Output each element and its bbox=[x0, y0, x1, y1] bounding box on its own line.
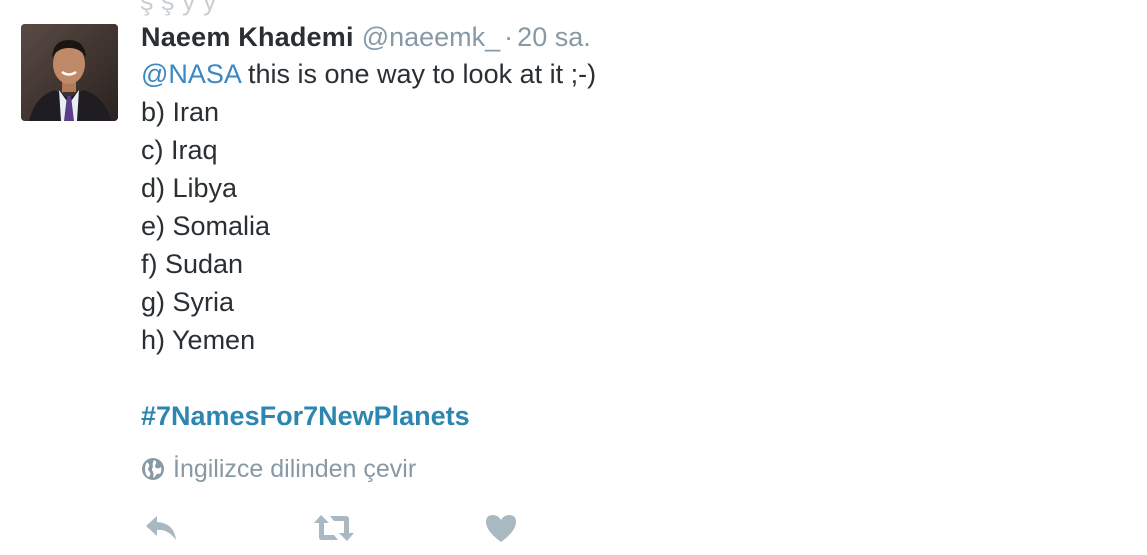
tweet-page: ş ş y y Naeem Khademi @naeemk_ · 20 sa. … bbox=[0, 0, 1147, 555]
list-item: g) Syria bbox=[141, 287, 235, 317]
retweet-button[interactable] bbox=[311, 510, 357, 550]
previous-tweet-cutoff: ş ş y y bbox=[140, 0, 217, 16]
list-item: d) Libya bbox=[141, 173, 238, 203]
heart-icon bbox=[485, 513, 517, 548]
like-button[interactable] bbox=[481, 510, 521, 550]
globe-icon bbox=[141, 457, 165, 481]
reply-button[interactable] bbox=[141, 510, 181, 550]
list-item: c) Iraq bbox=[141, 135, 218, 165]
author-handle[interactable]: @naeemk_ bbox=[362, 22, 500, 52]
intro-text: this is one way to look at it ;-) bbox=[240, 59, 597, 89]
separator-dot: · bbox=[504, 22, 514, 52]
list-item: f) Sudan bbox=[141, 249, 244, 279]
hashtag-line: #7NamesFor7NewPlanets bbox=[141, 397, 1101, 435]
avatar[interactable] bbox=[21, 24, 118, 121]
reply-icon bbox=[144, 514, 178, 547]
tweet-header: Naeem Khademi @naeemk_ · 20 sa. bbox=[141, 19, 1101, 55]
translate-tweet-button[interactable]: İngilizce dilinden çevir bbox=[141, 451, 1101, 487]
translate-label: İngilizce dilinden çevir bbox=[173, 454, 417, 483]
tweet-content: Naeem Khademi @naeemk_ · 20 sa. @NASA this … bbox=[141, 19, 1101, 487]
tweet-timestamp[interactable]: 20 sa. bbox=[517, 22, 591, 52]
hashtag-link[interactable]: #7NamesFor7NewPlanets bbox=[141, 401, 470, 431]
list-item: h) Yemen bbox=[141, 325, 256, 355]
retweet-icon bbox=[312, 513, 356, 548]
list-item: e) Somalia bbox=[141, 211, 271, 241]
tweet-line-intro: @NASA this is one way to look at it ;-) bbox=[141, 55, 1101, 93]
mention-link[interactable]: @NASA bbox=[141, 59, 240, 89]
list-item: b) Iran bbox=[141, 97, 220, 127]
author-fullname[interactable]: Naeem Khademi bbox=[141, 22, 354, 52]
tweet-text: @NASA this is one way to look at it ;-) … bbox=[141, 55, 1101, 435]
